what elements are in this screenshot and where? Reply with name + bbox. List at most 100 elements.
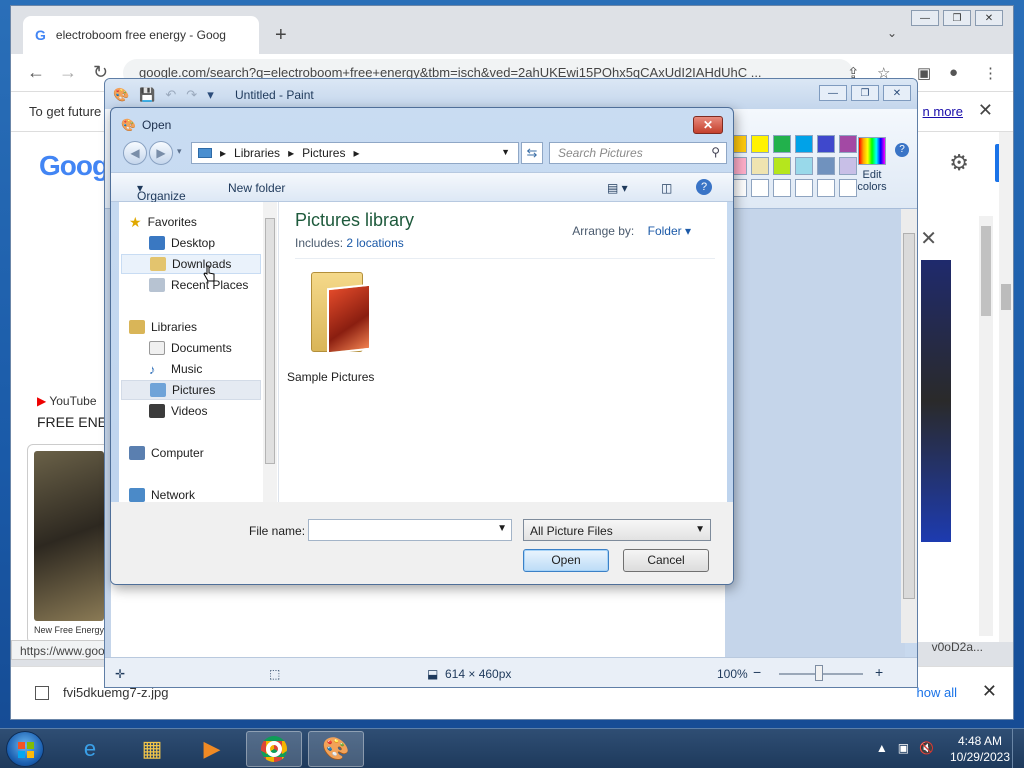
- address-dropdown-icon[interactable]: ▼: [501, 147, 510, 157]
- navigation-scrollbar[interactable]: [263, 202, 277, 502]
- menu-kebab-icon[interactable]: ⋮: [983, 64, 998, 82]
- image-result-card[interactable]: New Free Energy Ge: [27, 444, 111, 644]
- paint-maximize-icon[interactable]: ❐: [851, 85, 879, 101]
- folder-label[interactable]: Sample Pictures: [287, 370, 374, 384]
- palette-color-swatch[interactable]: [751, 135, 769, 153]
- recent-locations-chevron-icon[interactable]: ▾: [177, 146, 182, 157]
- google-logo[interactable]: Goog: [39, 150, 109, 182]
- help-icon[interactable]: ?: [696, 179, 712, 195]
- zoom-in-icon[interactable]: +: [875, 664, 883, 680]
- forward-arrow-icon[interactable]: →: [59, 62, 77, 83]
- save-icon[interactable]: 💾: [139, 87, 155, 103]
- side-panel-icon[interactable]: ▣: [917, 64, 931, 82]
- palette-color-swatch[interactable]: [817, 135, 835, 153]
- paint-app-icon[interactable]: 🎨: [113, 87, 129, 103]
- show-desktop-button[interactable]: [1012, 729, 1024, 768]
- network-status-icon[interactable]: ▣: [898, 741, 909, 755]
- arrange-by-dropdown[interactable]: Folder ▾: [648, 224, 691, 238]
- customize-qat-chevron-icon[interactable]: ▾: [207, 87, 214, 103]
- taskbar-media-player-icon[interactable]: ▶: [184, 731, 240, 767]
- palette-color-swatch[interactable]: [773, 179, 791, 197]
- result-title[interactable]: FREE ENE: [37, 414, 107, 430]
- new-tab-icon[interactable]: +: [275, 24, 287, 47]
- maximize-icon[interactable]: ❐: [943, 10, 971, 26]
- minimize-icon[interactable]: —: [911, 10, 939, 26]
- edit-colors-button[interactable]: Edit colors: [855, 137, 889, 193]
- infobar-learn-more-link[interactable]: n more: [923, 104, 963, 119]
- undo-icon[interactable]: ↶: [165, 87, 176, 103]
- palette-color-swatch[interactable]: [795, 157, 813, 175]
- settings-gear-icon[interactable]: ⚙: [949, 150, 969, 176]
- zoom-slider-thumb[interactable]: [815, 665, 823, 681]
- new-folder-button[interactable]: New folder: [228, 181, 285, 195]
- paint-vertical-scrollbar[interactable]: [901, 209, 917, 643]
- search-icon[interactable]: ⚲: [711, 145, 720, 159]
- nav-item-computer[interactable]: Computer: [129, 443, 269, 463]
- google-favicon-icon: G: [35, 27, 46, 43]
- clock-time: 4:48 AM: [957, 734, 1002, 748]
- nav-item-pictures[interactable]: Pictures: [121, 380, 261, 400]
- taskbar-internet-explorer-icon[interactable]: e: [62, 731, 118, 767]
- show-all-button[interactable]: how all: [917, 685, 957, 700]
- hand-cursor-icon: [203, 265, 215, 282]
- start-button[interactable]: [6, 731, 44, 767]
- breadcrumb-separator-icon[interactable]: ▸: [353, 146, 359, 160]
- breadcrumb-separator-icon[interactable]: ▸: [220, 146, 226, 160]
- nav-item-downloads[interactable]: Downloads: [121, 254, 261, 274]
- file-type-select[interactable]: All Picture Files ▼: [523, 519, 711, 541]
- header-divider: [295, 258, 715, 259]
- open-button[interactable]: Open: [523, 549, 609, 572]
- help-icon[interactable]: ?: [895, 143, 909, 157]
- palette-color-swatch[interactable]: [817, 179, 835, 197]
- cancel-button[interactable]: Cancel: [623, 549, 709, 572]
- file-list-pane: Pictures library Includes: 2 locations A…: [279, 202, 727, 502]
- breadcrumb-separator-icon[interactable]: ▸: [288, 146, 294, 160]
- file-name-dropdown-icon[interactable]: ▼: [497, 523, 507, 534]
- breadcrumb[interactable]: ▸ Libraries ▸ Pictures ▸ ▼: [191, 142, 519, 164]
- change-view-icon[interactable]: ▤ ▾: [607, 181, 628, 195]
- forward-arrow-icon[interactable]: ▶: [149, 141, 173, 165]
- profile-avatar-icon[interactable]: ●: [949, 64, 958, 81]
- close-icon[interactable]: ✕: [975, 10, 1003, 26]
- page-scrollbar[interactable]: [999, 132, 1013, 642]
- taskbar-chrome-icon[interactable]: [246, 731, 302, 767]
- file-name-input[interactable]: ▼: [308, 519, 512, 541]
- dialog-close-icon[interactable]: ✕: [693, 116, 723, 134]
- clock[interactable]: 4:48 AM 10/29/2023: [950, 733, 1010, 765]
- nav-item-favorites[interactable]: ★ Favorites: [129, 212, 269, 232]
- palette-color-swatch[interactable]: [773, 157, 791, 175]
- palette-color-swatch[interactable]: [795, 135, 813, 153]
- preview-pane-icon[interactable]: ◫: [661, 181, 672, 195]
- breadcrumb-libraries[interactable]: Libraries: [234, 146, 280, 160]
- volume-muted-icon[interactable]: 🔇: [919, 741, 934, 755]
- tab-search-chevron-icon[interactable]: ⌄: [887, 26, 897, 40]
- browser-tab[interactable]: G electroboom free energy - Google: [23, 16, 259, 54]
- palette-color-swatch[interactable]: [751, 157, 769, 175]
- taskbar-paint-icon[interactable]: 🎨: [308, 731, 364, 767]
- library-locations-link[interactable]: 2 locations: [346, 236, 403, 250]
- preview-scrollbar[interactable]: [979, 216, 993, 636]
- breadcrumb-pictures[interactable]: Pictures: [302, 146, 345, 160]
- palette-color-swatch[interactable]: [751, 179, 769, 197]
- sample-pictures-folder-icon[interactable]: [307, 266, 371, 358]
- palette-color-swatch[interactable]: [773, 135, 791, 153]
- show-hidden-icons-icon[interactable]: ▲: [876, 741, 888, 755]
- nav-item-libraries[interactable]: Libraries: [129, 317, 269, 337]
- preview-url-fragment: v0oD2a...: [931, 640, 983, 654]
- zoom-out-icon[interactable]: −: [753, 664, 761, 680]
- palette-color-swatch[interactable]: [795, 179, 813, 197]
- refresh-icon[interactable]: ⇆: [521, 142, 543, 164]
- organize-menu[interactable]: Organize ▾: [137, 181, 186, 203]
- infobar-close-icon[interactable]: ✕: [978, 100, 993, 121]
- palette-color-swatch[interactable]: [817, 157, 835, 175]
- redo-icon[interactable]: ↷: [186, 87, 197, 103]
- paint-close-icon[interactable]: ✕: [883, 85, 911, 101]
- taskbar-file-explorer-icon[interactable]: ▦: [124, 731, 180, 767]
- preview-image: [921, 260, 951, 542]
- paint-minimize-icon[interactable]: —: [819, 85, 847, 101]
- download-bar-close-icon[interactable]: ✕: [982, 681, 997, 702]
- preview-close-icon[interactable]: ✕: [920, 226, 937, 251]
- back-arrow-icon[interactable]: ◀: [123, 141, 147, 165]
- back-arrow-icon[interactable]: ←: [27, 62, 45, 83]
- search-input[interactable]: Search Pictures ⚲: [549, 142, 727, 164]
